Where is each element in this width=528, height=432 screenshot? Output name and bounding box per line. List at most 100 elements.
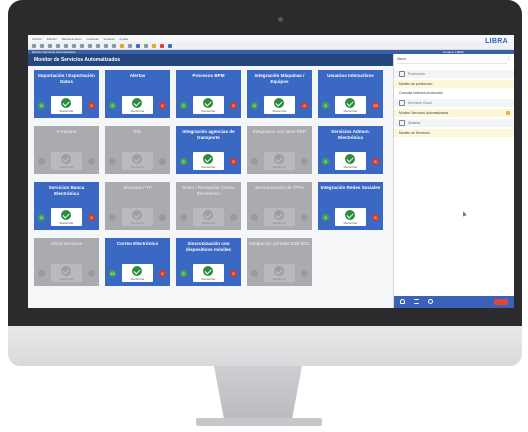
service-tile[interactable]: Integración Máquinas / Equipos 5 Monitoriz… (247, 70, 312, 118)
error-count-badge (88, 270, 95, 277)
toolbar-open-icon[interactable] (40, 43, 44, 48)
sidebar-section-header[interactable]: Sistema (394, 119, 514, 127)
check-icon (61, 98, 71, 108)
menu-item[interactable]: Archivo (32, 37, 42, 41)
toolbar-refresh-icon[interactable] (128, 43, 132, 48)
ok-count-badge (251, 270, 258, 277)
monitor-button[interactable]: Monitorizar (51, 208, 82, 226)
toolbar-folder-icon[interactable] (152, 43, 156, 48)
error-count-badge: 6 (88, 214, 95, 221)
service-tile[interactable]: Servicios Banca Electrónica 5 Monitorizar 6 (34, 182, 99, 230)
service-tile[interactable]: Alertas 9 Monitorizar 6 (105, 70, 170, 118)
check-icon (132, 210, 142, 220)
monitor-button[interactable]: Monitorizar (335, 152, 366, 170)
sidebar-item[interactable]: Monitor Servicios Automatizados (394, 109, 514, 117)
toolbar-save-icon[interactable] (48, 43, 52, 48)
service-tile[interactable]: Usuarios Interactivos 9 Monitorizar 39 (318, 70, 383, 118)
monitor-button[interactable]: Monitorizar (193, 96, 224, 114)
monitor-button[interactable]: Monitorizar (51, 264, 82, 282)
ok-count-badge: 9 (322, 214, 329, 221)
sidebar-item[interactable]: Consulta órdenes producción (394, 89, 514, 97)
sidebar-section-header[interactable]: Servicios Cloud (394, 99, 514, 107)
monitor-button[interactable]: Monitorizar (335, 96, 366, 114)
service-tile[interactable]: e-Factura Monitorizar (34, 126, 99, 174)
service-tile[interactable]: Integración con otros ERP Monitorizar (247, 126, 312, 174)
toolbar-copy-icon[interactable] (72, 43, 76, 48)
sidebar-section-header[interactable]: Producción (394, 70, 514, 78)
check-icon (61, 266, 71, 276)
toolbar-filter-icon[interactable] (112, 43, 116, 48)
sidebar-search[interactable]: Menu (397, 56, 507, 64)
toolbar-alert-icon[interactable] (160, 43, 164, 48)
check-icon (345, 154, 355, 164)
monitor-button[interactable]: Monitorizar (193, 152, 224, 170)
service-tile[interactable]: EDI Monitorizar (105, 126, 170, 174)
monitor-button[interactable]: Monitorizar (51, 152, 82, 170)
monitor-button[interactable]: Monitorizar (193, 208, 224, 226)
service-tile[interactable]: Integración Redes Sociales 9 Monitorizar 6 (318, 182, 383, 230)
monitor-label: Monitorizar (201, 221, 216, 225)
toolbar-redo-icon[interactable] (96, 43, 100, 48)
tile-title: EDI (133, 129, 142, 134)
monitor-button[interactable]: Monitorizar (122, 208, 153, 226)
tile-title: Integración agencias de transporte (182, 129, 235, 140)
monitor-button[interactable]: Monitorizar (264, 264, 295, 282)
check-icon (61, 210, 71, 220)
toolbar-paste-icon[interactable] (80, 43, 84, 48)
service-tile[interactable]: Envío / Recepción Correo Electrónico Moni… (176, 182, 241, 230)
service-tile[interactable]: Integración agencias de transporte 5 Monit… (176, 126, 241, 174)
service-tile[interactable]: Otros Servicios Monitorizar (34, 238, 99, 286)
check-icon (203, 210, 213, 220)
menu-item[interactable]: Ventana (103, 37, 114, 41)
service-tile[interactable]: Integración portales B2B-B2C Monitorizar (247, 238, 312, 286)
sidebar-item[interactable]: Modelo de Servicios (394, 129, 514, 137)
menu-item[interactable]: Mantenimiento (62, 37, 82, 41)
toolbar-new-icon[interactable] (32, 43, 36, 48)
toolbar-print-icon[interactable] (56, 43, 60, 48)
notification-bell-icon[interactable] (400, 299, 405, 304)
menu-item[interactable]: Edición (47, 37, 57, 41)
monitor-label: Monitorizar (130, 109, 145, 113)
sidebar-item[interactable]: Modelo de producción (394, 80, 514, 88)
menu-item[interactable]: Ayuda (119, 37, 127, 41)
menu-icon[interactable] (414, 299, 419, 304)
toolbar-chart-icon[interactable] (136, 43, 140, 48)
ok-count-badge (38, 270, 45, 277)
monitor-button[interactable]: Monitorizar (193, 264, 224, 282)
monitor-button[interactable]: Monitorizar (264, 152, 295, 170)
monitor-label: Monitorizar (59, 109, 74, 113)
error-count-badge: 6 (301, 102, 308, 109)
monitor-button[interactable]: Monitorizar (122, 264, 153, 282)
toolbar-search-icon[interactable] (104, 43, 108, 48)
service-tile[interactable]: Servicios FTP Monitorizar (105, 182, 170, 230)
service-tile[interactable]: Sincronización de TPVs Monitorizar (247, 182, 312, 230)
star-icon[interactable] (506, 111, 510, 115)
service-tile[interactable]: Importación / Exportación Datos 5 Monitori… (34, 70, 99, 118)
toolbar-undo-icon[interactable] (88, 43, 92, 48)
service-tile[interactable]: Procesos BPM 9 Monitorizar 6 (176, 70, 241, 118)
chat-icon[interactable] (428, 299, 433, 304)
monitor-button[interactable]: Monitorizar (264, 96, 295, 114)
toolbar-settings-icon[interactable] (144, 43, 148, 48)
toolbar-help-icon[interactable] (168, 43, 172, 48)
monitor-button[interactable]: Monitorizar (264, 208, 295, 226)
menu-sidebar: Menu ⋮ Producción Modelo de producción Con… (393, 54, 514, 308)
toolbar-cut-icon[interactable] (64, 43, 68, 48)
tile-title: Usuarios Interactivos (327, 73, 374, 78)
monitor-button[interactable]: Monitorizar (51, 96, 82, 114)
alert-badge[interactable] (494, 299, 508, 305)
grid-icon[interactable]: ⋮ (506, 57, 511, 62)
menu-item[interactable]: Consulta (87, 37, 99, 41)
service-tile[interactable]: Servicios Admon. Electrónica 9 Monitorizar… (318, 126, 383, 174)
check-icon (274, 98, 284, 108)
service-tile[interactable]: Correo Electrónico 10 Monitorizar 6 (105, 238, 170, 286)
ok-count-badge: 5 (180, 158, 187, 165)
page-title: Monitor de Servicios Automatizados (28, 54, 393, 66)
monitor-button[interactable]: Monitorizar (335, 208, 366, 226)
monitor-button[interactable]: Monitorizar (122, 96, 153, 114)
toolbar-edit-icon[interactable] (120, 43, 124, 48)
check-icon (274, 266, 284, 276)
service-tile[interactable]: Sincronización con dispositivos móviles 5… (176, 238, 241, 286)
monitor-button[interactable]: Monitorizar (122, 152, 153, 170)
monitor-panel: Monitor de Servicios Automatizados Impor… (28, 54, 393, 308)
